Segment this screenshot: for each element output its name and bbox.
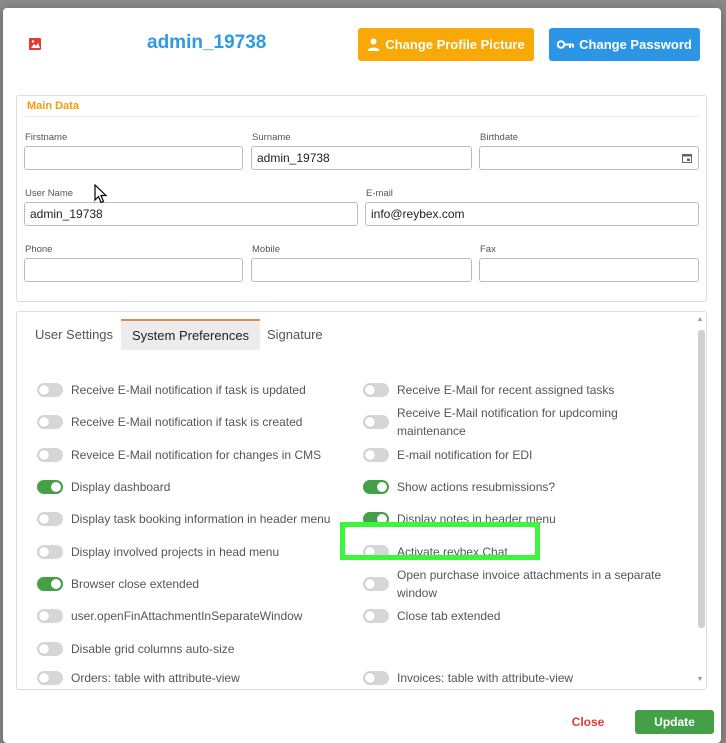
toggle-knob [365,385,375,395]
change-profile-picture-button[interactable]: Change Profile Picture [358,28,534,61]
birthdate-input[interactable] [479,146,699,170]
toggle-right-5[interactable] [363,545,389,559]
preference-label: Display dashboard [71,480,171,494]
toggle-right-1[interactable] [363,415,389,429]
tab-signature[interactable]: Signature [256,319,334,350]
mouse-cursor-icon [94,184,108,204]
preference-label: Disable grid columns auto-size [71,642,235,656]
tab-system-preferences[interactable]: System Preferences [121,319,261,350]
toggle-knob [365,417,375,427]
preference-label: Invoices: table with attribute-view [397,671,574,685]
toggle-left-1[interactable] [37,415,63,429]
preference-label: Display involved projects in head menu [71,545,280,559]
preference-label: Open purchase invoice attachments in a s… [397,568,662,600]
scrollbar-thumb[interactable] [698,330,705,628]
firstname-input[interactable] [24,146,243,170]
toggle-knob [365,450,375,460]
birthdate-label: Birthdate [480,132,519,143]
preference-label: Orders: table with attribute-view [71,671,240,685]
user-profile-dialog: admin_19738 Change Profile Picture Chang… [3,8,721,743]
preferences-panel: User Settings System Preferences Signatu… [16,311,707,690]
mobile-label: Mobile [252,244,280,255]
toggle-knob [365,611,375,621]
toggle-knob [39,547,49,557]
email-label: E-mail [366,188,393,199]
toggle-knob [39,450,49,460]
toggle-right-3[interactable] [363,480,389,494]
preference-label: Receive E-Mail notification if task is c… [71,415,303,429]
tab-user-settings[interactable]: User Settings [24,319,124,350]
image-icon[interactable] [28,37,42,51]
toggle-knob [39,417,49,427]
toggle-knob [39,385,49,395]
scroll-up-icon[interactable]: ▲ [696,316,704,324]
firstname-label: Firstname [25,132,68,143]
preference-label: Display notes in header menu [397,512,556,526]
toggle-left-4[interactable] [37,512,63,526]
toggle-knob [365,579,375,589]
preference-label: Reveice E-Mail notification for changes … [71,448,322,462]
email-input[interactable] [365,202,699,226]
preference-label: Browser close extended [71,577,200,591]
preference-label: Activate reybex Chat [397,545,508,559]
toggle-left-5[interactable] [37,545,63,559]
scroll-down-icon[interactable]: ▼ [696,676,704,684]
toggle-left-9[interactable] [37,671,63,685]
preference-label: E-mail notification for EDI [397,448,533,462]
preference-label: user.openFinAttachmentInSeparateWindow [71,609,303,623]
profile-username: admin_19738 [147,32,267,53]
toggle-right-0[interactable] [363,383,389,397]
user-icon [367,38,380,51]
phone-input[interactable] [24,258,243,282]
toggle-right-2[interactable] [363,448,389,462]
toggle-left-8[interactable] [37,642,63,656]
toggle-knob [39,644,49,654]
key-icon [557,40,575,49]
toggle-knob [377,482,387,492]
change-password-button[interactable]: Change Password [549,28,700,61]
change-profile-picture-label: Change Profile Picture [385,37,525,52]
preference-label: Receive E-Mail notification if task is u… [71,383,306,397]
phone-label: Phone [25,244,53,255]
toggle-knob [39,611,49,621]
fax-input[interactable] [479,258,699,282]
toggle-knob [365,547,375,557]
surname-label: Surname [252,132,291,143]
toggle-knob [377,514,387,524]
toggle-knob [51,482,61,492]
username-input[interactable] [24,202,358,226]
main-data-section: Main Data Firstname Surname Birthdate Us… [16,95,707,302]
toggle-knob [51,579,61,589]
toggle-right-7[interactable] [363,609,389,623]
preference-label: Display task booking information in head… [71,512,331,526]
toggle-right-8[interactable] [363,671,389,685]
toggle-knob [39,673,49,683]
toggle-left-0[interactable] [37,383,63,397]
toggle-left-3[interactable] [37,480,63,494]
toggle-right-4[interactable] [363,512,389,526]
toggle-left-2[interactable] [37,448,63,462]
main-data-title: Main Data [27,100,79,112]
preference-label: Receive E-Mail for recent assigned tasks [397,383,615,397]
section-divider [25,116,698,117]
fax-label: Fax [480,244,496,255]
dialog-header: admin_19738 Change Profile Picture Chang… [3,8,721,78]
toggle-right-6[interactable] [363,577,389,591]
toggle-knob [365,673,375,683]
change-password-label: Change Password [579,37,692,52]
toggle-left-7[interactable] [37,609,63,623]
close-button[interactable]: Close [558,710,618,734]
update-button[interactable]: Update [635,710,714,734]
calendar-icon[interactable] [682,153,692,163]
toggle-left-6[interactable] [37,577,63,591]
username-label: User Name [25,188,74,199]
mobile-input[interactable] [251,258,472,282]
preference-label: Close tab extended [397,609,501,623]
preference-label: Show actions resubmissions? [397,480,556,494]
surname-input[interactable] [251,146,472,170]
toggle-knob [39,514,49,524]
preference-label: Receive E-Mail notification for updcomin… [397,406,618,438]
